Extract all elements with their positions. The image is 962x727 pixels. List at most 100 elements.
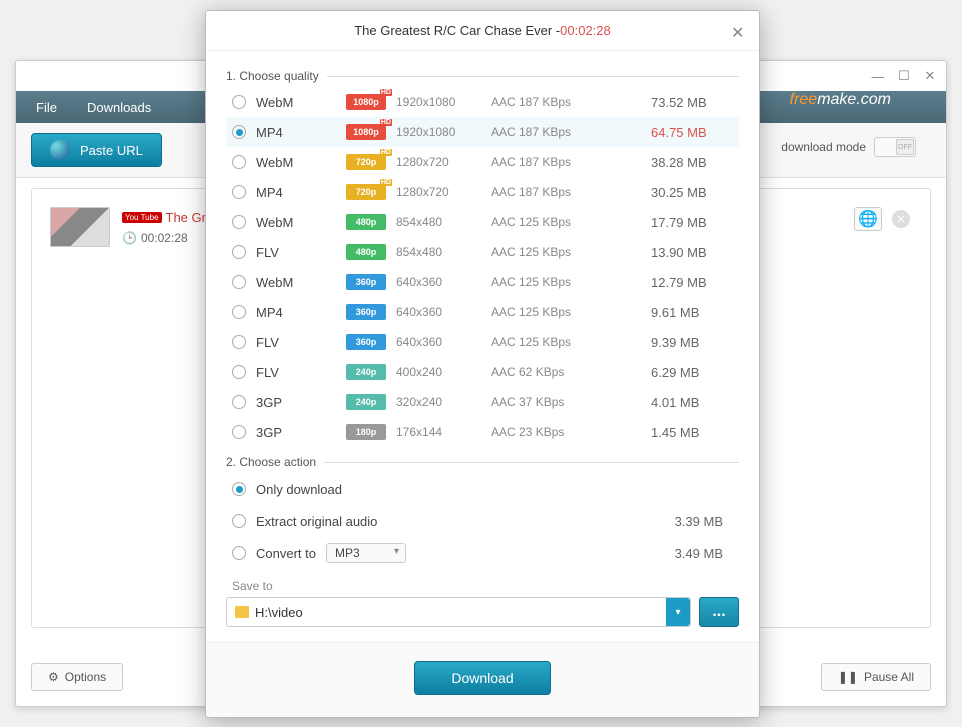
quality-size: 6.29 MB [611, 365, 733, 380]
quality-row[interactable]: WebM1080p1920x1080AAC 187 KBps73.52 MB [226, 87, 739, 117]
chevron-down-icon[interactable]: ▾ [666, 598, 690, 626]
quality-row[interactable]: MP4 360p640x360AAC 125 KBps9.61 MB [226, 297, 739, 327]
quality-badge: 240p [346, 364, 386, 380]
quality-format: FLV [256, 245, 336, 260]
quality-format: 3GP [256, 425, 336, 440]
quality-audio: AAC 62 KBps [491, 365, 601, 379]
radio-icon [232, 425, 246, 439]
action-size: 3.49 MB [675, 546, 733, 561]
quality-row[interactable]: 3GP180p176x144AAC 23 KBps1.45 MB [226, 417, 739, 447]
quality-size: 17.79 MB [611, 215, 733, 230]
menu-downloads[interactable]: Downloads [87, 100, 151, 115]
quality-badge: 480p [346, 214, 386, 230]
radio-icon [232, 335, 246, 349]
quality-resolution: 1920x1080 [396, 95, 481, 109]
menu-file[interactable]: File [36, 100, 57, 115]
quality-format: WebM [256, 275, 336, 290]
remove-item-button[interactable]: ✕ [892, 210, 910, 228]
quality-row[interactable]: WebM720p1280x720AAC 187 KBps38.28 MB [226, 147, 739, 177]
quality-format: WebM [256, 95, 336, 110]
maximize-button[interactable]: ☐ [896, 68, 912, 84]
video-duration: 00:02:28 [141, 231, 188, 245]
quality-audio: AAC 125 KBps [491, 335, 601, 349]
quality-row[interactable]: FLV360p640x360AAC 125 KBps9.39 MB [226, 327, 739, 357]
action-label: Only download [256, 482, 342, 497]
quality-row[interactable]: MP4720p1280x720AAC 187 KBps30.25 MB [226, 177, 739, 207]
quality-audio: AAC 187 KBps [491, 125, 601, 139]
action-label: Convert to [256, 546, 316, 561]
section-choose-quality: 1. Choose quality [226, 69, 739, 83]
action-label: Extract original audio [256, 514, 377, 529]
quality-size: 38.28 MB [611, 155, 733, 170]
radio-icon [232, 275, 246, 289]
radio-icon [232, 395, 246, 409]
dialog-title-duration: 00:02:28 [560, 23, 611, 38]
radio-icon [232, 365, 246, 379]
quality-format: MP4 [256, 125, 336, 140]
quality-badge: 720p [346, 154, 386, 170]
quality-badge: 360p [346, 304, 386, 320]
quality-resolution: 854x480 [396, 215, 481, 229]
globe-icon [50, 140, 70, 160]
quality-row[interactable]: FLV 240p 400x240 AAC 62 KBps 6.29 MB [226, 357, 739, 387]
quality-format: MP4 [256, 305, 336, 320]
quality-format: FLV [256, 365, 336, 380]
quality-size: 12.79 MB [611, 275, 733, 290]
quality-resolution: 1280x720 [396, 155, 481, 169]
folder-icon [235, 606, 249, 618]
convert-format-select[interactable]: MP3 [326, 543, 406, 563]
quality-row[interactable]: WebM480p854x480AAC 125 KBps17.79 MB [226, 207, 739, 237]
quality-size: 13.90 MB [611, 245, 733, 260]
action-convert[interactable]: Convert to MP3 3.49 MB [226, 537, 739, 569]
radio-icon [232, 514, 246, 528]
dialog-title-text: The Greatest R/C Car Chase Ever - [354, 23, 560, 38]
quality-row[interactable]: WebM360p640x360AAC 125 KBps12.79 MB [226, 267, 739, 297]
quality-audio: AAC 37 KBps [491, 395, 601, 409]
save-path-text: H:\video [255, 605, 303, 620]
quality-resolution: 176x144 [396, 425, 481, 439]
pause-all-button[interactable]: ❚❚Pause All [821, 663, 931, 691]
quality-audio: AAC 125 KBps [491, 215, 601, 229]
quality-badge: 360p [346, 274, 386, 290]
paste-url-label: Paste URL [80, 143, 143, 158]
action-extract-audio[interactable]: Extract original audio 3.39 MB [226, 505, 739, 537]
quality-row[interactable]: 3GP240p320x240AAC 37 KBps4.01 MB [226, 387, 739, 417]
options-button[interactable]: ⚙Options [31, 663, 123, 691]
download-button[interactable]: Download [414, 661, 550, 695]
quality-badge: 240p [346, 394, 386, 410]
minimize-button[interactable]: — [870, 68, 886, 84]
dialog-close-button[interactable]: ✕ [731, 23, 747, 39]
pause-icon: ❚❚ [838, 670, 858, 684]
quality-size: 73.52 MB [611, 95, 733, 110]
paste-url-button[interactable]: Paste URL [31, 133, 162, 167]
quality-resolution: 400x240 [396, 365, 481, 379]
quality-badge: 720p [346, 184, 386, 200]
save-to-label: Save to [232, 579, 739, 593]
brand-logo: freemake.com [790, 91, 891, 109]
radio-icon [232, 155, 246, 169]
quality-audio: AAC 125 KBps [491, 275, 601, 289]
quality-audio: AAC 187 KBps [491, 185, 601, 199]
action-list: Only download Extract original audio 3.3… [226, 473, 739, 569]
browse-button[interactable]: ... [699, 597, 739, 627]
quality-resolution: 640x360 [396, 335, 481, 349]
youtube-icon: You Tube [122, 212, 162, 223]
close-button[interactable]: ✕ [922, 68, 938, 84]
clock-icon: 🕒 [122, 231, 137, 245]
action-only-download[interactable]: Only download [226, 473, 739, 505]
quality-resolution: 320x240 [396, 395, 481, 409]
quality-audio: AAC 125 KBps [491, 305, 601, 319]
quality-list: WebM1080p1920x1080AAC 187 KBps73.52 MBMP… [226, 87, 739, 447]
quality-audio: AAC 187 KBps [491, 95, 601, 109]
save-path-input[interactable]: H:\video ▾ [226, 597, 691, 627]
quality-format: WebM [256, 155, 336, 170]
quality-row[interactable]: MP41080p1920x1080AAC 187 KBps64.75 MB [226, 117, 739, 147]
quality-badge: 180p [346, 424, 386, 440]
quality-format: FLV [256, 335, 336, 350]
quality-audio: AAC 23 KBps [491, 425, 601, 439]
quality-row[interactable]: FLV480p854x480AAC 125 KBps13.90 MB [226, 237, 739, 267]
download-mode-toggle[interactable]: OFF [874, 137, 916, 157]
quality-size: 30.25 MB [611, 185, 733, 200]
quality-size: 9.61 MB [611, 305, 733, 320]
open-browser-button[interactable]: 🌐 [854, 207, 882, 231]
